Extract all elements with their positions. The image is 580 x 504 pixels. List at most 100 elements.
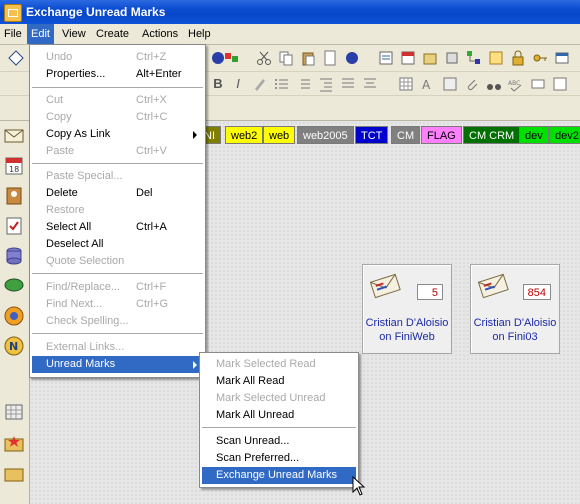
- menu-item-paste-special[interactable]: Paste Special...: [32, 168, 203, 185]
- svg-text:18: 18: [9, 165, 19, 174]
- favorites-icon[interactable]: [3, 305, 25, 327]
- tag-web2[interactable]: web2: [225, 126, 264, 144]
- menu-create[interactable]: Create: [92, 24, 133, 44]
- tag-tct[interactable]: TCT: [355, 126, 389, 144]
- refresh-icon[interactable]: [344, 50, 360, 66]
- menu-item-copy[interactable]: Copy Ctrl+C: [32, 109, 203, 126]
- hotspot-icon[interactable]: [442, 76, 458, 92]
- menu-item-deselect-all[interactable]: Deselect All: [32, 236, 203, 253]
- folder-icon[interactable]: [3, 463, 25, 485]
- calendar-icon[interactable]: 18: [3, 155, 25, 177]
- envelope-icon: [476, 271, 510, 299]
- numbering-icon[interactable]: [296, 76, 312, 92]
- table-icon[interactable]: [398, 76, 414, 92]
- menu-item-copy-as-link[interactable]: Copy As Link: [32, 126, 203, 143]
- mail-icon[interactable]: [3, 125, 25, 147]
- tag-cm-crm[interactable]: CM CRM: [463, 126, 521, 144]
- tag-web2005[interactable]: web2005: [297, 126, 354, 144]
- menu-item-mark-all-unread[interactable]: Mark All Unread: [202, 407, 356, 424]
- envelope-icon: [368, 271, 402, 299]
- align-icon[interactable]: [362, 76, 378, 92]
- unread-card[interactable]: 5 Cristian D'Aloisio on FiniWeb: [362, 264, 452, 354]
- calendar-icon[interactable]: [400, 50, 416, 66]
- copy-icon[interactable]: [278, 50, 294, 66]
- lock-icon[interactable]: [510, 50, 526, 66]
- tag-dev2[interactable]: dev2: [549, 126, 580, 144]
- spell-check-icon[interactable]: ABC: [508, 76, 524, 92]
- menu-item-properties[interactable]: Properties... Alt+Enter: [32, 66, 203, 83]
- replicator-icon[interactable]: [3, 245, 25, 267]
- menu-item-external-links[interactable]: External Links...: [32, 339, 203, 356]
- menu-item-restore[interactable]: Restore: [32, 202, 203, 219]
- menu-edit[interactable]: Edit: [27, 24, 54, 44]
- tag-dev[interactable]: dev: [519, 126, 549, 144]
- key-icon[interactable]: [532, 50, 548, 66]
- svg-text:ABC: ABC: [508, 80, 520, 87]
- menu-item-undo[interactable]: Undo Ctrl+Z: [32, 49, 203, 66]
- menu-file[interactable]: File: [0, 24, 26, 44]
- folder-star-icon[interactable]: [3, 433, 25, 455]
- menu-item-quote-selection[interactable]: Quote Selection: [32, 253, 203, 270]
- paste-icon[interactable]: [300, 50, 316, 66]
- unread-count: 5: [417, 284, 443, 300]
- highlight-icon[interactable]: [252, 76, 268, 92]
- menu-item-check-spelling[interactable]: Check Spelling...: [32, 313, 203, 330]
- menu-item-delete[interactable]: Delete Del: [32, 185, 203, 202]
- instant-messaging-icon[interactable]: [3, 275, 25, 297]
- tag-cm[interactable]: CM: [391, 126, 421, 144]
- navigate-icon[interactable]: [8, 50, 24, 66]
- font-icon[interactable]: A: [420, 76, 436, 92]
- bold-icon[interactable]: B: [210, 76, 226, 92]
- menu-item-paste[interactable]: Paste Ctrl+V: [32, 143, 203, 160]
- menu-item-scan-unread[interactable]: Scan Unread...: [202, 433, 356, 450]
- menu-item-select-all[interactable]: Select All Ctrl+A: [32, 219, 203, 236]
- menu-item-mark-all-read[interactable]: Mark All Read: [202, 373, 356, 390]
- card-database: on Fini03: [492, 331, 538, 343]
- window-title: Exchange Unread Marks: [26, 5, 166, 19]
- menu-item-exchange-unread-marks[interactable]: Exchange Unread Marks: [202, 467, 356, 484]
- menu-item-find-replace[interactable]: Find/Replace... Ctrl+F: [32, 279, 203, 296]
- todo-icon[interactable]: [3, 215, 25, 237]
- address-book-icon[interactable]: [3, 185, 25, 207]
- tree-icon[interactable]: [466, 50, 482, 66]
- link-icon[interactable]: [530, 76, 546, 92]
- open-icon[interactable]: [422, 50, 438, 66]
- replicate-icon[interactable]: [444, 50, 460, 66]
- menu-item-find-next[interactable]: Find Next... Ctrl+G: [32, 296, 203, 313]
- tag-web[interactable]: web: [263, 126, 296, 144]
- grid-icon[interactable]: [3, 401, 25, 423]
- menu-item-unread-marks[interactable]: Unread Marks: [32, 356, 203, 373]
- tag-flag[interactable]: FLAG: [421, 126, 462, 144]
- menu-actions[interactable]: Actions: [138, 24, 182, 44]
- menu-help[interactable]: Help: [184, 24, 215, 44]
- menu-separator: [202, 427, 356, 428]
- outdent-icon[interactable]: [318, 76, 334, 92]
- cut-icon[interactable]: [256, 50, 272, 66]
- indent-icon[interactable]: [340, 76, 356, 92]
- notes-icon[interactable]: N: [3, 335, 25, 357]
- italic-icon[interactable]: I: [230, 76, 246, 92]
- bookmark-icon[interactable]: [488, 50, 504, 66]
- svg-text:A: A: [422, 78, 431, 92]
- menu-separator: [32, 333, 203, 334]
- svg-text:N: N: [9, 340, 18, 353]
- bookmark-bar: 18 N: [0, 121, 30, 504]
- workspace-icon[interactable]: [224, 50, 240, 66]
- doc-icon[interactable]: [322, 50, 338, 66]
- app-icon: [4, 4, 22, 22]
- menu-bar: File Edit View Create Actions Help: [0, 24, 580, 45]
- menu-item-scan-preferred[interactable]: Scan Preferred...: [202, 450, 356, 467]
- card-name: Cristian D'Aloisio: [473, 317, 557, 329]
- properties-icon[interactable]: [552, 76, 568, 92]
- binoculars-icon[interactable]: [486, 76, 502, 92]
- unread-card[interactable]: 854 Cristian D'Aloisio on Fini03: [470, 264, 560, 354]
- menu-view[interactable]: View: [58, 24, 90, 44]
- windows-icon[interactable]: [554, 50, 570, 66]
- bullets-icon[interactable]: [274, 76, 290, 92]
- menu-item-mark-selected-unread[interactable]: Mark Selected Unread: [202, 390, 356, 407]
- menu-item-mark-selected-read[interactable]: Mark Selected Read: [202, 356, 356, 373]
- menu-item-cut[interactable]: Cut Ctrl+X: [32, 92, 203, 109]
- card-label: Cristian D'Aloisio on FiniWeb: [363, 316, 451, 344]
- new-memo-icon[interactable]: [378, 50, 394, 66]
- attach-icon[interactable]: [464, 76, 480, 92]
